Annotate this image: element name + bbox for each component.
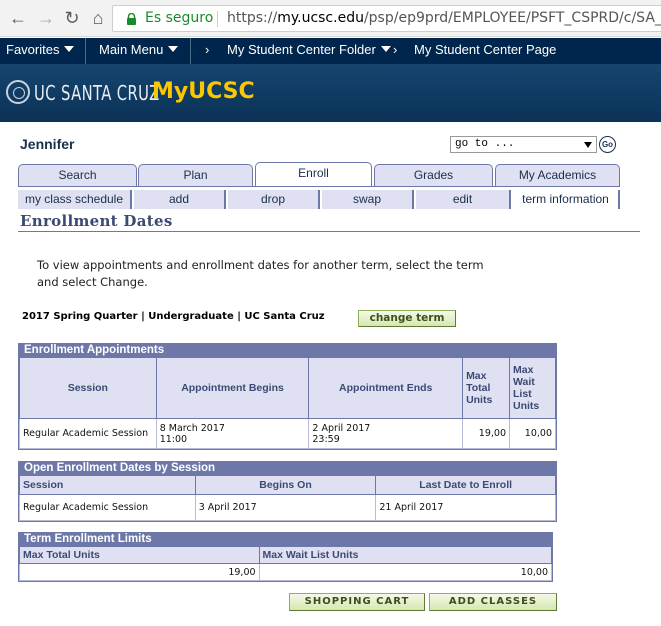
table-row: Regular Academic Session 3 April 2017 21… [19,494,556,521]
menu-divider [85,38,86,64]
open-enrollment-grid: Open Enrollment Dates by Session Session… [18,461,557,522]
breadcrumb-label: My Student Center Folder [227,42,376,57]
chevron-down-icon [64,46,75,52]
term-limits-table: Max Total Units Max Wait List Units 19,0… [19,546,553,581]
student-name: Jennifer [20,136,75,152]
begins-date: 8 March 2017 [159,422,225,434]
tab-enroll[interactable]: Enroll [255,162,372,187]
home-icon[interactable]: ⌂ [88,8,108,28]
term-label: 2017 Spring Quarter | Undergraduate | UC… [22,311,325,322]
table-row: Regular Academic Session 8 March 2017 11:… [19,418,556,449]
column-header: Appointment Ends [308,357,464,419]
main-menu-label: Main Menu [99,42,164,57]
chevron-down-icon [168,46,179,52]
subtab-term-information[interactable]: term information [513,190,620,209]
ends-date: 2 April 2017 [312,422,371,434]
column-header: Max Total Units [19,546,260,564]
url-prefix: https:// [227,10,278,26]
portal-menu-bar: Favorites Main Menu › My Student Center … [0,38,661,64]
shopping-cart-button[interactable]: SHOPPING CART [289,593,425,611]
browser-toolbar: ← → ↻ ⌂ Es seguro https://my.ucsc.edu/ps… [0,0,661,37]
tab-underline [18,186,620,187]
chevron-down-icon [584,142,592,148]
begins-time: 11:00 [159,433,188,445]
back-arrow-icon[interactable]: ← [8,8,28,28]
last-date-cell: 21 April 2017 [375,494,556,521]
max-wait-cell: 10,00 [509,418,556,449]
secure-label: Es seguro [145,10,214,26]
url-path: /psp/ep9prd/EMPLOYEE/PSFT_CSPRD/c/SA_LEA… [363,10,661,26]
column-header: Last Date to Enroll [375,475,556,495]
term-limits-grid: Term Enrollment Limits Max Total Units M… [18,532,553,582]
address-bar[interactable]: Es seguro https://my.ucsc.edu/psp/ep9prd… [112,5,661,32]
add-classes-button[interactable]: ADD CLASSES [429,593,557,611]
favorites-menu[interactable]: Favorites [6,38,75,64]
forward-arrow-icon[interactable]: → [36,8,56,28]
max-wait-cell: 10,00 [258,563,553,581]
breadcrumb-arrow-icon: › [393,42,398,57]
favorites-label: Favorites [6,42,60,57]
session-cell: Regular Academic Session [19,418,157,449]
title-divider [18,231,640,232]
max-total-cell: 19,00 [462,418,510,449]
uc-santa-cruz-logo: UC SANTA CRUZ [34,81,160,105]
session-cell: Regular Academic Session [19,494,196,521]
column-header: Max Wait List Units [258,546,553,564]
url-separator [217,11,218,27]
ends-cell: 2 April 2017 23:59 [308,418,464,449]
ends-time: 23:59 [312,433,340,445]
change-term-button[interactable]: change term [358,310,456,327]
lock-icon [127,13,136,25]
instructions-text: To view appointments and enrollment date… [37,258,484,289]
myucsc-logo: MyUCSC [152,79,255,104]
begins-cell: 8 March 2017 11:00 [155,418,310,449]
url-host: my.ucsc.edu [277,10,364,26]
main-menu[interactable]: Main Menu [99,38,179,64]
page-title: Enrollment Dates [20,212,173,230]
grid-title: Enrollment Appointments [19,344,556,357]
ucsc-seal-icon [6,80,30,104]
tab-my-academics[interactable]: My Academics [495,164,620,186]
subtab-add[interactable]: add [134,190,226,209]
column-header: Appointment Begins [155,357,310,419]
grid-title: Open Enrollment Dates by Session [19,462,556,475]
subtab-swap[interactable]: swap [322,190,414,209]
enrollment-appointments-grid: Enrollment Appointments Session Appointm… [18,343,557,450]
grid-title: Term Enrollment Limits [19,533,552,546]
breadcrumb-student-center-page[interactable]: My Student Center Page [414,38,556,64]
breadcrumb-student-center-folder[interactable]: My Student Center Folder [227,38,391,64]
tab-search[interactable]: Search [18,164,137,186]
menu-divider [190,38,191,64]
column-header: Begins On [194,475,377,495]
ucsc-banner: UC SANTA CRUZ MyUCSC [0,64,661,122]
column-header: Max Total Units [462,357,510,419]
goto-value: go to ... [455,138,515,150]
column-header: Max Wait List Units [509,357,556,419]
subtab-drop[interactable]: drop [228,190,320,209]
subtab-my-class-schedule[interactable]: my class schedule [18,190,132,209]
subtab-edit[interactable]: edit [416,190,511,209]
column-header: Session [19,357,157,419]
reload-icon[interactable]: ↻ [62,8,82,28]
enroll-subtabs: my class schedule add drop swap edit ter… [18,190,620,209]
url-text: https://my.ucsc.edu/psp/ep9prd/EMPLOYEE/… [227,6,661,31]
breadcrumb-arrow-icon: › [205,42,210,57]
tab-plan[interactable]: Plan [138,164,253,186]
column-header: Session [19,475,196,495]
go-button[interactable]: Go [599,136,616,153]
max-total-cell: 19,00 [19,563,260,581]
goto-select[interactable]: go to ... [450,136,597,153]
open-enrollment-table: Session Begins On Last Date to Enroll Re… [19,475,556,521]
tab-grades[interactable]: Grades [374,164,493,186]
begins-on-cell: 3 April 2017 [194,494,377,521]
table-row: 19,00 10,00 [19,563,553,581]
appointments-table: Session Appointment Begins Appointment E… [19,357,556,449]
chevron-down-icon [380,46,391,52]
